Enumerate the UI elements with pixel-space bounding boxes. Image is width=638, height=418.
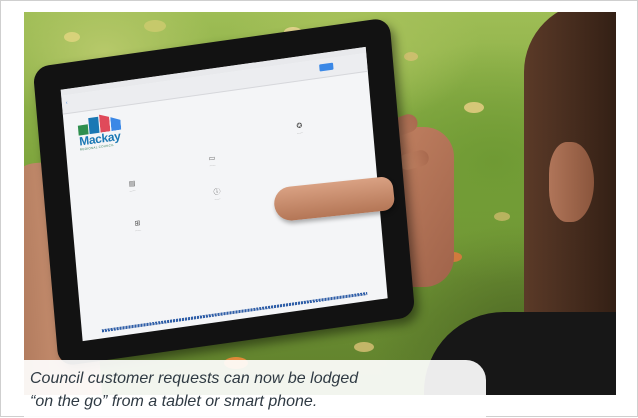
person-ear [549, 142, 594, 222]
figure-frame: ‹ Mackay REGIONAL COUNCIL ▤ —— ▭ —— ⊞ ——… [0, 0, 638, 418]
caption-line-2: “on the go” from a tablet or smart phone… [30, 393, 318, 410]
nav-title [61, 56, 366, 99]
foliage [404, 52, 418, 61]
app-tile: ▭ —— [197, 153, 228, 169]
foliage [494, 212, 510, 221]
back-icon: ‹ [65, 99, 68, 107]
mackay-logo: Mackay REGIONAL COUNCIL [77, 109, 140, 159]
caption: Council customer requests can now be lod… [30, 367, 480, 413]
app-tile: ▤ —— [117, 179, 148, 195]
tablet-footer-strip [101, 292, 368, 333]
photo: ‹ Mackay REGIONAL COUNCIL ▤ —— ▭ —— ⊞ ——… [24, 12, 616, 395]
foliage [464, 102, 484, 113]
caption-box: Council customer requests can now be lod… [24, 360, 486, 418]
caption-line-1: Council customer requests can now be lod… [30, 370, 359, 387]
app-tile: ✪ —— [284, 121, 315, 137]
foliage [144, 20, 166, 32]
foliage [64, 32, 80, 42]
foliage [354, 342, 374, 352]
app-tile: ⊞ —— [122, 218, 153, 234]
tablet-footer-label [81, 284, 386, 327]
app-tile: ⓘ —— [202, 187, 233, 203]
nav-button [319, 62, 334, 72]
